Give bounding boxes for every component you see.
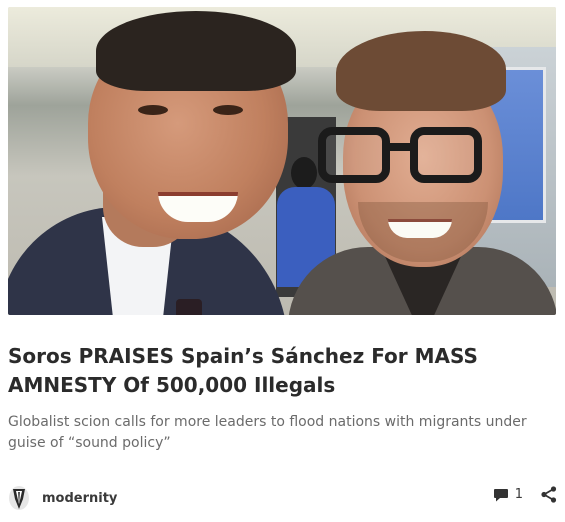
share-button[interactable] bbox=[541, 486, 557, 503]
post-footer: modernity 1 bbox=[8, 484, 557, 512]
post-card[interactable]: Soros PRAISES Spain’s Sánchez For MASS A… bbox=[0, 0, 565, 522]
post-actions: 1 bbox=[493, 486, 557, 503]
author-name: modernity bbox=[42, 490, 118, 506]
post-hero-image[interactable] bbox=[8, 7, 556, 315]
comment-bubble-icon bbox=[493, 488, 508, 501]
comment-count: 1 bbox=[514, 487, 523, 502]
post-subtitle: Globalist scion calls for more leaders t… bbox=[8, 414, 527, 451]
comments-button[interactable]: 1 bbox=[493, 487, 523, 503]
post-title[interactable]: Soros PRAISES Spain’s Sánchez For MASS A… bbox=[8, 342, 558, 400]
share-icon bbox=[541, 486, 557, 503]
author-link[interactable]: modernity bbox=[8, 484, 117, 512]
photo-person-right bbox=[288, 7, 556, 315]
glasses bbox=[318, 127, 498, 187]
photo-person-left bbox=[8, 7, 298, 315]
author-avatar-icon bbox=[9, 486, 29, 510]
